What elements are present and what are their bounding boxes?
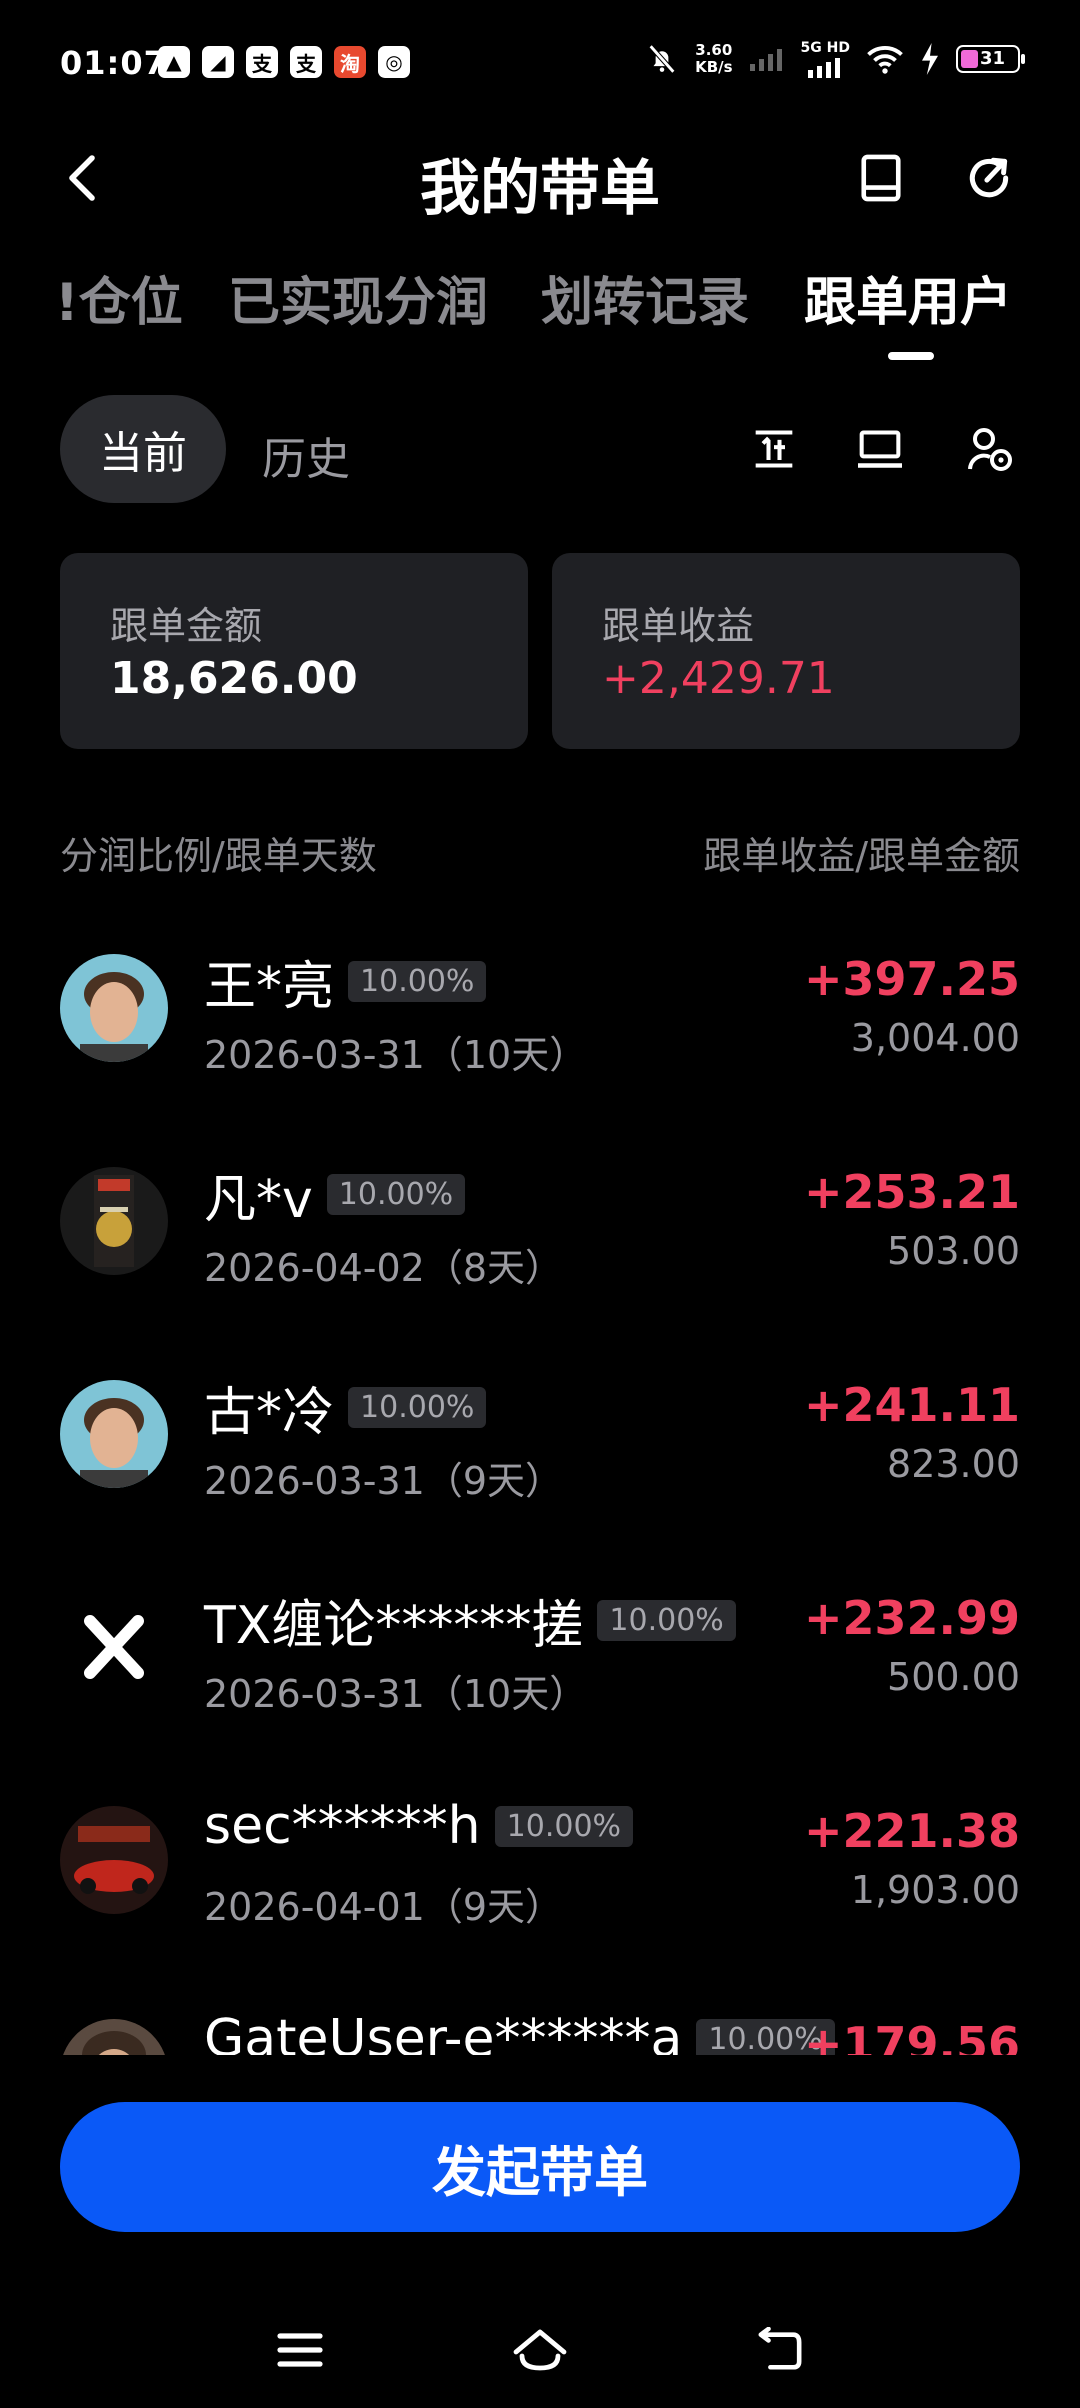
user-name: sec******h (204, 1796, 481, 1856)
user-amount: 3,004.00 (850, 1016, 1020, 1060)
user-profit: +241.11 (803, 1378, 1020, 1432)
list-item[interactable]: GateUser-e******a 10.00% +179.56 (0, 1975, 1080, 2055)
user-profit: +397.25 (803, 952, 1020, 1006)
follow-date: 2026-03-31（10天） (204, 1033, 588, 1077)
user-amount: 1,903.00 (850, 1868, 1020, 1912)
net-speed: 3.60 KB/s (695, 41, 733, 76)
alipay-icon-2: 支 (290, 46, 322, 78)
tab-position[interactable]: !仓位 (55, 260, 183, 335)
status-right: 3.60 KB/s 5G HD 31 (645, 40, 1025, 78)
follow-amount-value: 18,626.00 (110, 653, 358, 704)
user-amount: 500.00 (887, 1655, 1020, 1699)
list-header-right: 跟单收益/跟单金额 (703, 834, 1020, 878)
user-profit: +232.99 (803, 1591, 1020, 1645)
avatar (60, 2019, 168, 2055)
list-item[interactable]: 凡*v 10.00% 2026-04-02（8天） +253.21 503.00 (0, 1123, 1080, 1336)
status-time: 01:07 (60, 44, 167, 82)
profit-share-ratio: 10.00% (326, 1174, 466, 1215)
qq-icon: ▲ (158, 46, 190, 78)
user-name: 古*冷 (204, 1383, 335, 1443)
profit-share-ratio: 10.00% (348, 1387, 487, 1428)
user-profit: +253.21 (803, 1165, 1020, 1219)
follow-profit-label: 跟单收益 (602, 604, 755, 648)
profit-share-ratio: 10.00% (348, 961, 487, 1002)
menu-button[interactable] (260, 2310, 340, 2390)
avatar (60, 1380, 168, 1488)
sort-button[interactable] (746, 421, 802, 477)
home-button[interactable] (500, 2310, 580, 2390)
list-item[interactable]: 古*冷 10.00% 2026-03-31（9天） +241.11 823.00 (0, 1336, 1080, 1549)
follow-date: 2026-04-02（8天） (204, 1246, 564, 1290)
tab-transfer-records[interactable]: 划转记录 (541, 260, 749, 335)
start-lead-trading-button[interactable]: 发起带单 (60, 2102, 1020, 2232)
charging-icon (922, 43, 938, 75)
profit-share-ratio: 10.00% (597, 1600, 736, 1641)
list-item[interactable]: sec******h 10.00% 2026-04-01（9天） +221.38… (0, 1762, 1080, 1975)
book-button[interactable] (849, 146, 913, 210)
follower-list: 王*亮 10.00% 2026-03-31（10天） +397.25 3,004… (0, 910, 1080, 2055)
system-nav-bar (0, 2290, 1080, 2408)
list-header: 分润比例/跟单天数 跟单收益/跟单金额 (60, 825, 1020, 880)
book-icon (861, 154, 901, 202)
active-tab-indicator (888, 352, 934, 360)
wifi-icon (867, 46, 903, 74)
menu-icon (277, 2333, 323, 2367)
user-settings-button[interactable] (962, 421, 1018, 477)
refresh-button[interactable] (957, 146, 1021, 210)
user-name: GateUser-e******a (204, 2009, 683, 2055)
user-name: 凡*v (204, 1170, 313, 1230)
follow-date: 2026-04-01（9天） (204, 1885, 564, 1929)
follow-profit-card: 跟单收益 +2,429.71 (552, 553, 1020, 749)
list-item[interactable]: TX缠论******搓 10.00% 2026-03-31（10天） +232.… (0, 1549, 1080, 1762)
segment-current[interactable]: 当前 (60, 395, 226, 503)
status-app-icons: ▲ ◢ 支支淘 ◎ (158, 46, 410, 78)
taobao-icon: 淘 (334, 46, 366, 78)
user-settings-icon (968, 428, 1012, 471)
device-button[interactable] (852, 421, 908, 477)
avatar (60, 954, 168, 1062)
follow-date: 2026-03-31（9天） (204, 1459, 564, 1503)
follow-date: 2026-03-31（10天） (204, 1672, 588, 1716)
status-bar: 01:07 ▲ ◢ 支支淘 ◎ 3.60 KB/s 5G HD 31 (0, 0, 1080, 130)
user-amount: 503.00 (887, 1229, 1020, 1273)
signal-weak-icon (749, 49, 782, 71)
follow-amount-card: 跟单金额 18,626.00 (60, 553, 528, 749)
user-name: TX缠论******搓 (204, 1596, 584, 1656)
refresh-icon (969, 157, 1009, 198)
list-header-left: 分润比例/跟单天数 (60, 834, 377, 878)
signal-5g: 5G HD (801, 40, 850, 78)
telegram-icon: ◢ (202, 46, 234, 78)
user-profit: +221.38 (803, 1804, 1020, 1858)
filter-row: 当前 历史 (0, 395, 1080, 505)
home-icon (513, 2329, 567, 2371)
nav-header: 我的带单 (0, 130, 1080, 230)
list-item[interactable]: 王*亮 10.00% 2026-03-31（10天） +397.25 3,004… (0, 910, 1080, 1123)
tab-bar: !仓位 已实现分润 划转记录 跟单用户 (0, 260, 1080, 360)
wechat-icon: ◎ (378, 46, 410, 78)
tab-realized-profit[interactable]: 已实现分润 (228, 260, 488, 335)
user-profit: +179.56 (803, 2017, 1020, 2055)
back-nav-button[interactable] (740, 2310, 820, 2390)
battery-fill (961, 50, 978, 68)
user-name: 王*亮 (204, 957, 335, 1017)
tab-followers[interactable]: 跟单用户 (804, 260, 1012, 335)
follow-profit-value: +2,429.71 (602, 653, 835, 704)
profit-share-ratio: 10.00% (494, 1805, 634, 1847)
mute-bell-icon (648, 44, 676, 74)
avatar (60, 1806, 168, 1914)
page-title: 我的带单 (420, 154, 660, 224)
segment-history[interactable]: 历史 (262, 423, 350, 487)
follow-amount-label: 跟单金额 (110, 604, 263, 648)
laptop-icon (858, 430, 902, 468)
user-amount: 823.00 (887, 1442, 1020, 1486)
battery-icon: 31 (956, 45, 1025, 73)
avatar (60, 1167, 168, 1275)
sort-icon (755, 430, 793, 468)
back-arrow-icon (758, 2327, 802, 2370)
signal-icon (808, 58, 841, 78)
alipay-icon: 支 (246, 46, 278, 78)
avatar (60, 1593, 168, 1701)
